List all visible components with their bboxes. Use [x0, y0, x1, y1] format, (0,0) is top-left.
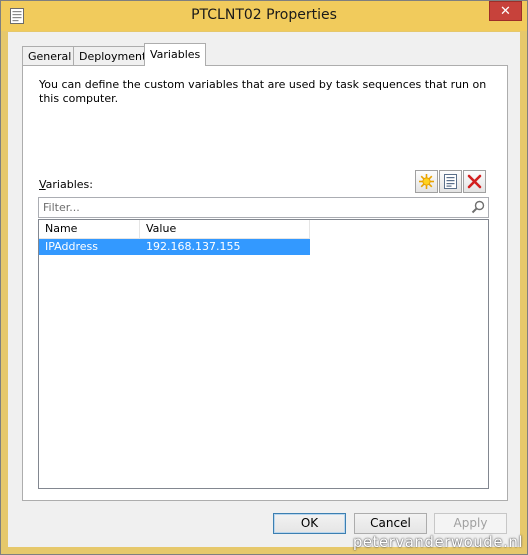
- ok-button[interactable]: OK: [273, 513, 346, 534]
- cancel-button[interactable]: Cancel: [354, 513, 427, 534]
- variables-tab-panel: You can define the custom variables that…: [22, 65, 508, 501]
- variables-list[interactable]: Name Value IPAddress 192.168.137.155: [38, 219, 489, 489]
- close-button[interactable]: ✕: [489, 1, 522, 21]
- properties-icon: [444, 174, 457, 189]
- table-row[interactable]: IPAddress 192.168.137.155: [39, 239, 310, 255]
- variables-description: You can define the custom variables that…: [39, 78, 487, 105]
- tab-variables[interactable]: Variables: [144, 43, 207, 66]
- delete-icon: [467, 174, 482, 189]
- variables-label-accelerator: V: [39, 178, 46, 191]
- row-name-cell: IPAddress: [45, 240, 98, 253]
- variable-properties-button[interactable]: [439, 170, 462, 193]
- properties-window: PTCLNT02 Properties ✕ General Deployment…: [0, 0, 528, 555]
- variables-label-text: ariables:: [45, 178, 93, 191]
- row-value-cell: 192.168.137.155: [146, 240, 241, 253]
- dialog-client-area: General Deployments Variables You can de…: [8, 32, 520, 547]
- watermark-text: petervanderwoude.nl: [352, 533, 523, 551]
- column-header-name[interactable]: Name: [39, 220, 140, 238]
- apply-button[interactable]: Apply: [434, 513, 507, 534]
- title-bar[interactable]: PTCLNT02 Properties ✕: [1, 1, 527, 31]
- delete-variable-button[interactable]: [463, 170, 486, 193]
- search-icon[interactable]: [471, 200, 485, 217]
- variables-label: Variables:: [39, 178, 93, 191]
- window-title: PTCLNT02 Properties: [191, 7, 337, 23]
- new-icon: [419, 174, 434, 189]
- tab-general[interactable]: General: [22, 46, 78, 65]
- filter-placeholder: Filter...: [43, 201, 80, 214]
- filter-input[interactable]: Filter...: [38, 197, 489, 218]
- new-variable-button[interactable]: [415, 170, 438, 193]
- column-header-value[interactable]: Value: [140, 220, 310, 238]
- list-column-header: Name Value: [39, 220, 310, 239]
